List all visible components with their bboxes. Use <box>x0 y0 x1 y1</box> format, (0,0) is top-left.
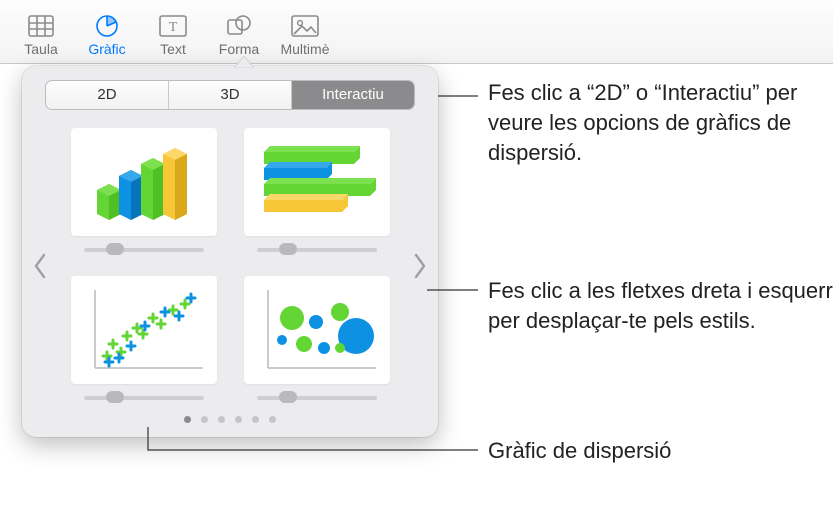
callout-scatter: Gràfic de dispersió <box>488 436 833 466</box>
callout-arrows: Fes clic a les fletxes dreta i esquerra … <box>488 276 833 336</box>
callout-tabs: Fes clic a “2D” o “Interactiu” per veure… <box>488 78 833 168</box>
